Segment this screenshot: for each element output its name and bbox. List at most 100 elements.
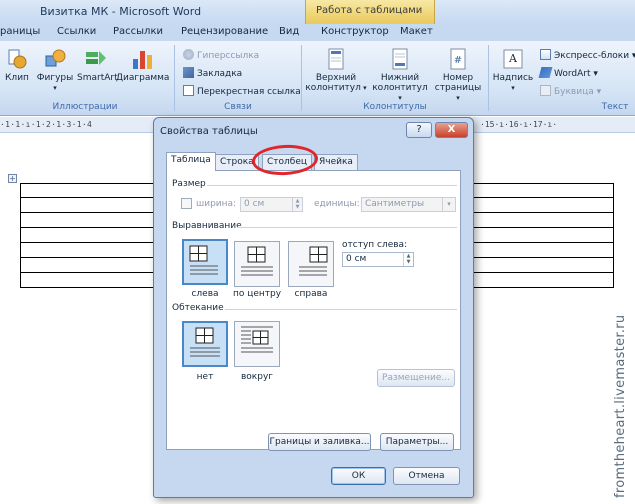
wordart-icon	[538, 67, 553, 78]
group-separator	[174, 45, 175, 111]
close-button[interactable]: X	[435, 122, 468, 138]
tab-mailings[interactable]: Рассылки	[113, 26, 163, 37]
width-label: ширина:	[196, 199, 237, 209]
tab-cell[interactable]: Ячейка	[314, 154, 358, 170]
smartart-button[interactable]: SmartArt	[77, 47, 118, 83]
clip-button[interactable]: Клип	[4, 47, 30, 83]
size-section-label: Размер	[172, 179, 206, 189]
tab-review[interactable]: Рецензирование	[181, 26, 268, 37]
drop-cap-button[interactable]: Буквица ▾	[540, 85, 601, 97]
section-divider	[237, 227, 457, 228]
page-number-dropdown-icon: ▾	[456, 94, 460, 102]
bookmark-label: Закладка	[197, 69, 243, 79]
tab-layout[interactable]: Макет	[400, 26, 433, 37]
contextual-group-label: Работа с таблицами	[316, 5, 423, 16]
cross-reference-button[interactable]: Перекрестная ссылка	[183, 85, 301, 97]
illustrations-group-label: Иллюстрации	[52, 102, 118, 112]
units-dropdown-icon[interactable]: ▾	[442, 198, 455, 211]
tab-references[interactable]: Ссылки	[57, 26, 96, 37]
svg-text:A: A	[508, 52, 518, 65]
textbox-dropdown-icon: ▾	[511, 84, 515, 92]
width-input[interactable]: 0 см ▲ ▼	[240, 197, 303, 212]
hyperlink-button[interactable]: Гиперссылка	[183, 49, 259, 61]
drop-cap-dropdown-icon: ▾	[593, 87, 602, 97]
window-title: Визитка МК - Microsoft Word	[40, 5, 202, 18]
wrap-around-option[interactable]	[234, 321, 280, 367]
smartart-icon	[86, 51, 106, 65]
clip-label: Клип	[5, 73, 29, 83]
shapes-icon	[45, 49, 66, 67]
links-group-label: Связи	[224, 102, 252, 112]
section-divider	[207, 185, 457, 186]
watermark-text: fromtheheart.livemaster.ru	[613, 314, 628, 498]
align-center-icon	[241, 246, 273, 276]
units-label: единицы:	[314, 199, 360, 209]
indent-input[interactable]: 0 см ▲ ▼	[342, 252, 414, 267]
shapes-dropdown-icon: ▾	[53, 84, 57, 92]
footer-button[interactable]: Нижний колонтитул ▾	[370, 47, 430, 103]
indent-spinner-icon[interactable]: ▲ ▼	[403, 253, 413, 266]
hyperlink-label: Гиперссылка	[197, 51, 260, 61]
footer-label-2: колонтитул	[372, 83, 428, 93]
header-button[interactable]: Верхний колонтитул ▾	[305, 47, 367, 93]
header-label-2: колонтитул	[305, 83, 361, 93]
drop-cap-icon	[540, 85, 551, 96]
width-value: 0 см	[244, 199, 265, 209]
shapes-button[interactable]: Фигуры ▾	[36, 47, 74, 93]
quick-parts-dropdown-icon: ▾	[631, 51, 635, 61]
header-label-1: Верхний	[315, 73, 357, 83]
align-center-option[interactable]	[234, 241, 280, 287]
bookmark-button[interactable]: Закладка	[183, 67, 242, 79]
text-group-label: Текст	[601, 102, 629, 112]
page-number-icon: #	[450, 48, 466, 70]
units-select[interactable]: Сантиметры ▾	[361, 197, 456, 212]
contextual-tab-group: Работа с таблицами	[305, 0, 435, 24]
align-left-option[interactable]	[182, 239, 228, 285]
tab-view[interactable]: Вид	[279, 26, 299, 37]
wordart-button[interactable]: WordArt ▾	[538, 67, 598, 79]
tab-table[interactable]: Таблица	[166, 152, 216, 171]
table-properties-dialog: Свойства таблицы ? X Таблица Строка Стол…	[153, 117, 474, 498]
positioning-button[interactable]: Размещение...	[377, 369, 455, 387]
section-divider	[225, 309, 457, 310]
tab-panel: Размер ширина: 0 см ▲ ▼ единицы: Сантиметр…	[166, 170, 461, 451]
wordart-label: WordArt	[554, 69, 591, 79]
group-separator	[301, 45, 302, 111]
wrap-none-option[interactable]	[182, 321, 228, 367]
ribbon-tabs: раницы Ссылки Рассылки Рецензирование Ви…	[0, 24, 635, 41]
footer-dropdown-icon: ▾	[398, 94, 402, 102]
table-move-handle-icon[interactable]: +	[8, 174, 17, 183]
options-button[interactable]: Параметры...	[380, 433, 454, 451]
chart-button[interactable]: Диаграмма	[116, 47, 170, 83]
cross-reference-icon	[183, 85, 194, 96]
header-icon	[328, 48, 344, 70]
ruler-left-marks: ·1·1·ı·1·2·1·3·1·4	[0, 120, 93, 129]
indent-value: 0 см	[346, 254, 367, 264]
alignment-section-label: Выравнивание	[172, 221, 242, 231]
borders-shading-button[interactable]: Границы и заливка...	[268, 433, 371, 451]
bookmark-icon	[183, 67, 194, 78]
width-spinner-icon[interactable]: ▲ ▼	[292, 198, 302, 211]
cross-reference-label: Перекрестная ссылка	[197, 87, 301, 97]
tab-design[interactable]: Конструктор	[321, 26, 389, 37]
help-button[interactable]: ?	[406, 122, 432, 138]
drop-cap-label: Буквица	[554, 87, 594, 97]
align-right-option[interactable]	[288, 241, 334, 287]
clipart-icon	[8, 49, 27, 69]
page-number-label-2: страницы	[434, 83, 482, 93]
chart-label: Диаграмма	[116, 73, 170, 83]
wrap-none-icon	[190, 327, 220, 357]
tab-page-layout[interactable]: раницы	[0, 26, 40, 37]
wrap-around-icon	[241, 326, 273, 353]
align-right-icon	[299, 246, 328, 276]
footer-icon	[392, 48, 408, 70]
svg-text:#: #	[454, 55, 462, 66]
quick-parts-button[interactable]: Экспресс-блоки ▾	[540, 49, 635, 61]
page-number-button[interactable]: # Номер страницы ▾	[432, 47, 484, 103]
align-left-icon	[189, 245, 218, 275]
textbox-button[interactable]: A Надпись ▾	[492, 47, 534, 93]
cancel-button[interactable]: Отмена	[393, 467, 460, 485]
page-number-label-1: Номер	[442, 73, 474, 83]
ok-button[interactable]: ОК	[331, 467, 386, 485]
width-checkbox[interactable]	[181, 198, 192, 209]
